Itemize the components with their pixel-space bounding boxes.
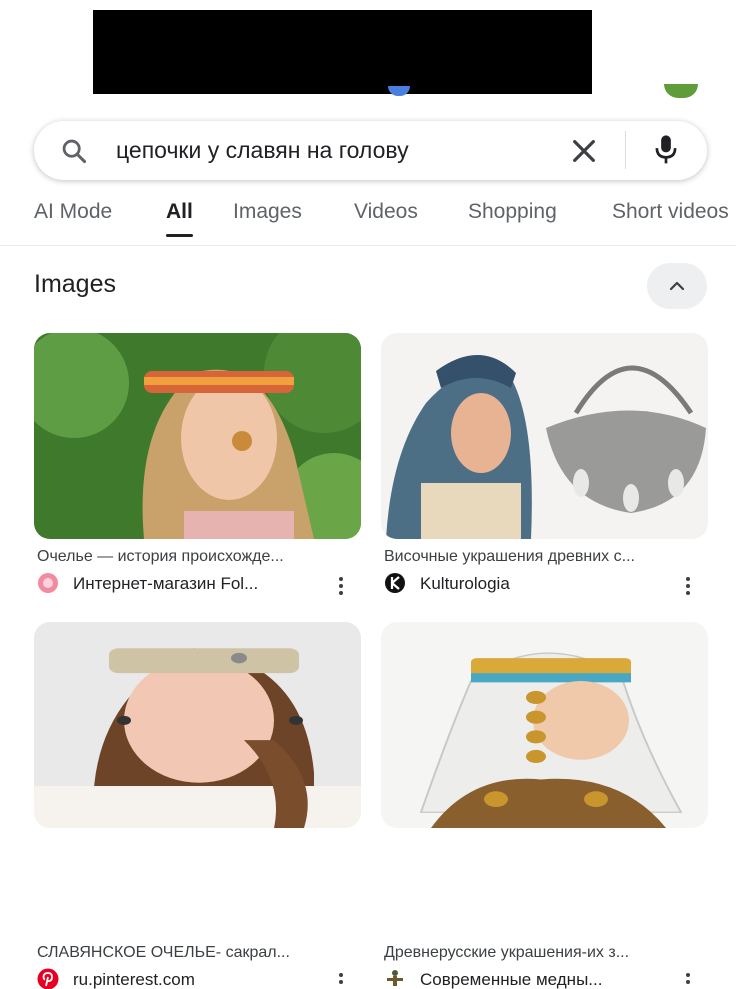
tab-short-videos[interactable]: Short videos (612, 200, 729, 224)
result-source-2[interactable]: Kulturologia (420, 574, 510, 594)
result-title-1[interactable]: Очелье — история происхожде... (37, 548, 284, 566)
microphone-icon[interactable] (651, 133, 681, 167)
result-source-4[interactable]: Современные медны... (420, 970, 602, 989)
result-image-3[interactable] (34, 622, 361, 828)
redacted-region (93, 10, 592, 94)
search-divider (625, 131, 626, 169)
k-favicon-icon (385, 573, 405, 593)
chevron-up-icon (669, 281, 685, 291)
tab-all[interactable]: All (166, 200, 193, 224)
google-logo-fragment (388, 86, 410, 96)
more-options-icon[interactable] (686, 577, 690, 597)
search-tabs: AI Mode All Images Videos Shopping Short… (0, 190, 736, 246)
search-icon[interactable] (60, 137, 88, 165)
result-source-3[interactable]: ru.pinterest.com (73, 970, 195, 989)
more-options-icon[interactable] (339, 973, 343, 987)
collapse-button[interactable] (647, 263, 707, 309)
active-tab-indicator (166, 234, 193, 237)
figure-favicon-icon (387, 970, 403, 986)
result-image-2[interactable] (381, 333, 708, 539)
account-avatar[interactable] (664, 84, 698, 98)
result-image-1[interactable] (34, 333, 361, 539)
search-input[interactable]: цепочки у славян на голову (116, 135, 409, 165)
pinterest-icon (37, 968, 59, 989)
clear-icon[interactable] (568, 135, 600, 167)
tab-shopping[interactable]: Shopping (468, 200, 557, 224)
images-section-title: Images (34, 270, 116, 298)
result-title-2[interactable]: Височные украшения древних с... (384, 548, 635, 566)
more-options-icon[interactable] (686, 973, 690, 987)
more-options-icon[interactable] (339, 577, 343, 597)
search-bar[interactable]: цепочки у славян на голову (34, 121, 707, 180)
flower-favicon-icon (38, 573, 58, 593)
result-source-1[interactable]: Интернет-магазин Fol... (73, 574, 258, 594)
tab-ai-mode[interactable]: AI Mode (34, 200, 112, 224)
tab-images[interactable]: Images (233, 200, 302, 224)
result-title-3[interactable]: СЛАВЯНСКОЕ ОЧЕЛЬЕ- сакрал... (37, 944, 290, 962)
result-title-4[interactable]: Древнерусские украшения-их з... (384, 944, 629, 962)
result-image-4[interactable] (381, 622, 708, 828)
tab-videos[interactable]: Videos (354, 200, 418, 224)
